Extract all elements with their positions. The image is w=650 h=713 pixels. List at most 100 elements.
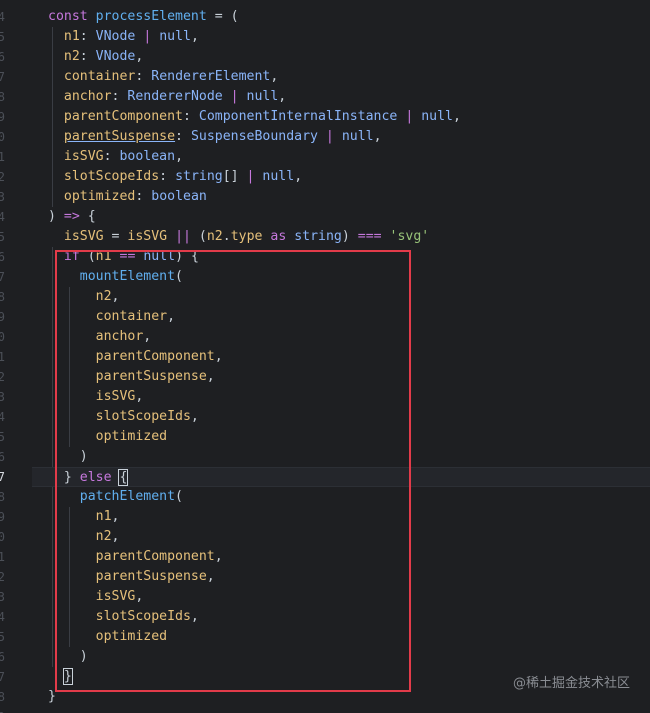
code-line[interactable]: mountElement(	[48, 267, 183, 287]
code-line[interactable]: anchor: RendererNode | null,	[48, 87, 286, 107]
code-token: ,	[278, 89, 287, 104]
code-token: ==	[111, 249, 144, 264]
code-line[interactable]: if (n1 == null) {	[48, 247, 199, 267]
code-token: :	[103, 149, 120, 164]
code-line[interactable]: n2,	[48, 287, 120, 307]
code-token: VNode	[95, 29, 136, 44]
code-token: isSVG	[95, 589, 136, 604]
code-token: ,	[111, 509, 120, 524]
code-token: SuspenseBoundary	[190, 129, 318, 144]
code-line[interactable]: parentSuspense: SuspenseBoundary | null,	[48, 127, 382, 147]
code-token: parentSuspense	[63, 129, 176, 144]
code-token: ===	[357, 229, 382, 244]
code-token: null	[421, 109, 453, 124]
code-line[interactable]: n1: VNode | null,	[48, 27, 199, 47]
code-line[interactable]: parentSuspense,	[48, 367, 215, 387]
code-token: ,	[190, 409, 199, 424]
code-line[interactable]: container: RendererElement,	[48, 67, 278, 87]
code-token: boolean	[151, 189, 207, 204]
code-line[interactable]: }	[48, 687, 56, 707]
code-line[interactable]: ) => {	[48, 207, 96, 227]
watermark: @稀土掘金技术社区	[512, 676, 630, 691]
code-token: {	[118, 469, 129, 486]
code-token: if	[63, 249, 80, 264]
code-line[interactable]: optimized	[48, 627, 167, 647]
code-token: :	[175, 129, 191, 144]
code-line[interactable]: patchElement(	[48, 487, 183, 507]
code-token: null	[159, 29, 191, 44]
code-line[interactable]: optimized	[48, 427, 167, 447]
code-line[interactable]: container,	[48, 307, 175, 327]
code-token: type	[230, 229, 263, 244]
code-line[interactable]: parentComponent: ComponentInternalInstan…	[48, 107, 461, 127]
code-line[interactable]: )	[48, 647, 88, 667]
code-token: parentSuspense	[95, 569, 207, 584]
code-token: ,	[111, 289, 120, 304]
code-token: string	[294, 229, 342, 244]
code-token: RendererElement	[151, 69, 271, 84]
code-token: ,	[143, 329, 152, 344]
code-line[interactable]: }	[48, 667, 73, 687]
code-line[interactable]: n2,	[48, 527, 120, 547]
code-token: ,	[373, 129, 382, 144]
code-token: container	[63, 69, 136, 84]
code-token: = (	[206, 9, 239, 24]
code-token: {	[79, 209, 96, 224]
code-token: ,	[214, 349, 223, 364]
code-token: parentComponent	[63, 109, 183, 124]
code-token: n2	[63, 49, 80, 64]
code-token: processElement	[95, 9, 207, 24]
code-line[interactable]: optimized: boolean	[48, 187, 207, 207]
code-token: anchor	[95, 329, 144, 344]
code-line[interactable]: parentSuspense,	[48, 567, 215, 587]
code-line[interactable]: n1,	[48, 507, 120, 527]
code-token: ,	[206, 569, 215, 584]
code-token: )	[48, 209, 64, 224]
code-line[interactable]: isSVG = isSVG || (n2.type as string) ===…	[48, 227, 429, 247]
code-token: (	[175, 269, 183, 284]
code-token: slotScopeIds	[95, 609, 191, 624]
code-line[interactable]: anchor,	[48, 327, 152, 347]
code-token: }	[62, 668, 73, 685]
code-token: isSVG	[63, 229, 104, 244]
code-token: slotScopeIds	[63, 169, 160, 184]
code-line[interactable]: slotScopeIds: string[] | null,	[48, 167, 302, 187]
code-token: ) {	[175, 249, 199, 264]
code-token: :	[182, 109, 199, 124]
code-token: :	[159, 169, 176, 184]
code-editor[interactable]: 456789012345678901234567890123456789 con…	[0, 0, 650, 713]
code-line[interactable]: n2: VNode,	[48, 47, 143, 67]
code-token: ,	[135, 49, 144, 64]
code-line[interactable]: isSVG: boolean,	[48, 147, 183, 167]
code-line[interactable]: } else {	[32, 467, 650, 487]
code-line[interactable]: isSVG,	[48, 387, 144, 407]
code-token: isSVG	[127, 229, 168, 244]
code-line[interactable]: slotScopeIds,	[48, 407, 199, 427]
code-token: optimized	[95, 429, 168, 444]
code-line[interactable]: slotScopeIds,	[48, 607, 199, 627]
code-line[interactable]: )	[48, 447, 88, 467]
code-line[interactable]: isSVG,	[48, 587, 144, 607]
code-token: isSVG	[95, 389, 136, 404]
code-token: null	[262, 169, 295, 184]
code-token: isSVG	[63, 149, 104, 164]
code-line[interactable]: parentComponent,	[48, 547, 223, 567]
code-line[interactable]: parentComponent,	[48, 347, 223, 367]
code-line[interactable]: const processElement = (	[48, 7, 239, 27]
code-area[interactable]: const processElement = ( n1: VNode | nul…	[0, 0, 650, 713]
code-token: mountElement	[79, 269, 176, 284]
code-token: RendererNode	[127, 89, 223, 104]
code-token: )	[48, 449, 88, 464]
code-token: slotScopeIds	[95, 409, 191, 424]
code-token: |	[222, 89, 247, 104]
code-token: parentSuspense	[95, 369, 207, 384]
code-token: )	[48, 649, 88, 664]
code-token: |	[238, 169, 263, 184]
